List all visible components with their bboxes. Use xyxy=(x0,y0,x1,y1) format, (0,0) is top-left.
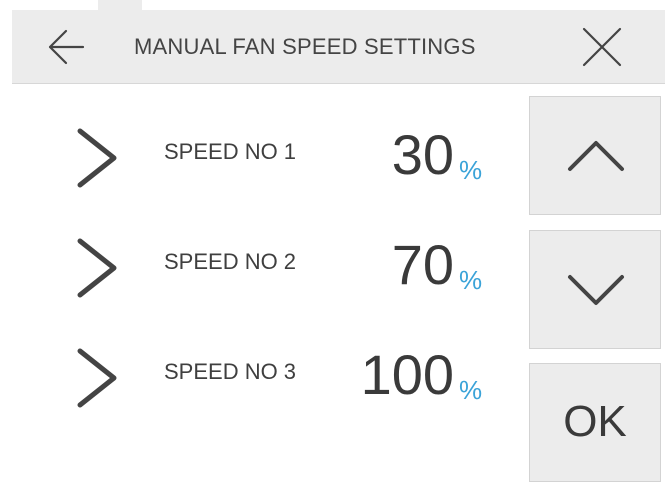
speed-unit: % xyxy=(459,265,483,295)
speed-label: SPEED NO 3 xyxy=(164,359,297,384)
speed-row-1[interactable]: SPEED NO 1 30 % xyxy=(12,105,512,205)
arrow-left-icon xyxy=(48,29,85,65)
close-button[interactable] xyxy=(580,25,624,69)
chevron-right-icon xyxy=(77,348,117,408)
settings-panel: SPEED NO 1 30 % SPEED NO 2 70 % SPEED NO… xyxy=(12,84,665,489)
speed-value: 70 xyxy=(391,233,454,296)
header-bar: MANUAL FAN SPEED SETTINGS xyxy=(12,10,665,84)
speed-value: 30 xyxy=(391,123,454,186)
chevron-right-icon xyxy=(77,128,117,188)
speed-row-3[interactable]: SPEED NO 3 100 % xyxy=(12,325,512,425)
chevron-right-icon xyxy=(77,238,117,298)
close-icon xyxy=(582,27,622,67)
speed-unit: % xyxy=(459,375,483,405)
back-button[interactable] xyxy=(46,27,86,67)
top-tab-indicator xyxy=(98,0,142,10)
chevron-up-icon xyxy=(568,141,624,171)
speed-value: 100 xyxy=(360,343,454,406)
ok-button[interactable]: OK xyxy=(529,363,661,482)
speed-label: SPEED NO 2 xyxy=(164,249,297,274)
page-title: MANUAL FAN SPEED SETTINGS xyxy=(134,34,476,59)
speed-label: SPEED NO 1 xyxy=(164,139,297,164)
speed-row-2[interactable]: SPEED NO 2 70 % xyxy=(12,215,512,315)
ok-label: OK xyxy=(563,397,627,446)
increase-button[interactable] xyxy=(529,96,661,215)
chevron-down-icon xyxy=(568,275,624,305)
speed-unit: % xyxy=(459,155,483,185)
decrease-button[interactable] xyxy=(529,230,661,349)
